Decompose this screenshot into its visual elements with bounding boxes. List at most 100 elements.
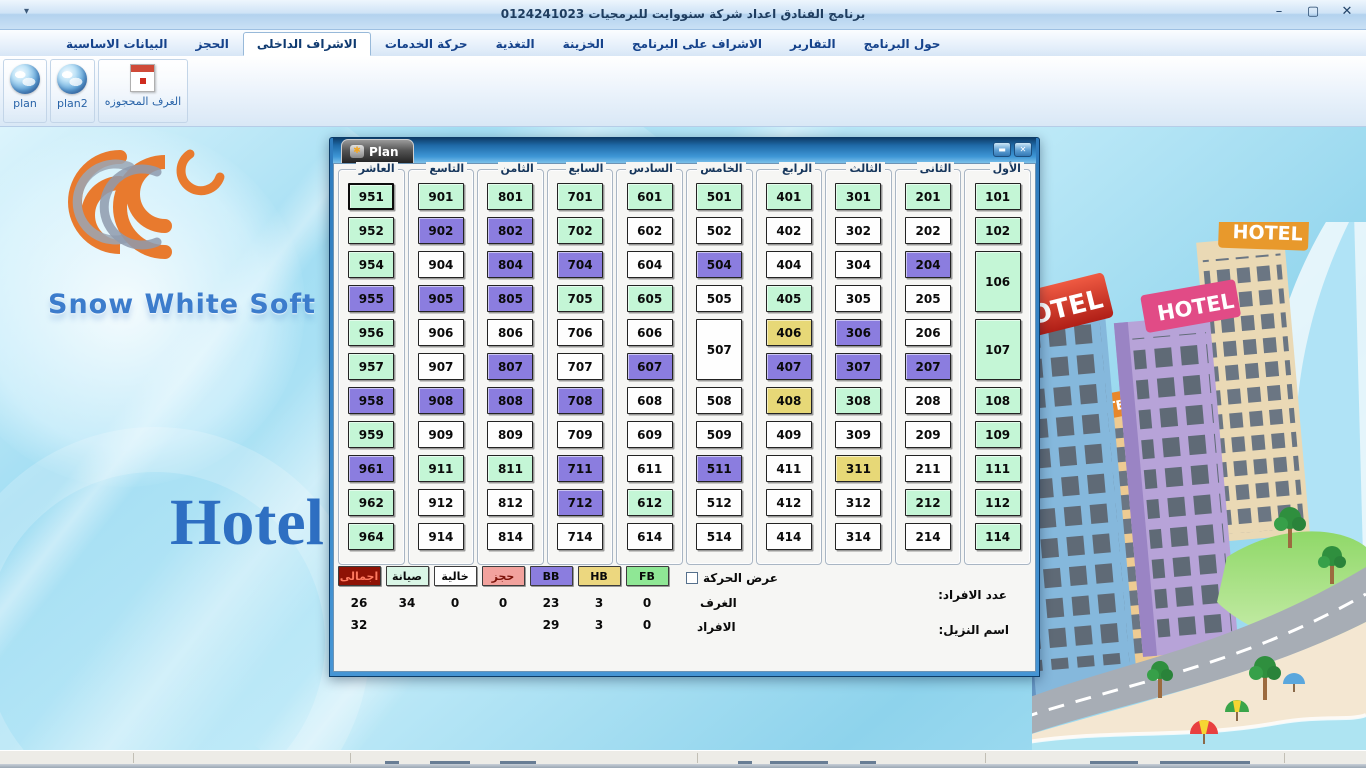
reserved-rooms-button[interactable]: الغرف المحجوزه <box>98 59 188 123</box>
room-406[interactable]: 406 <box>766 319 812 346</box>
room-959[interactable]: 959 <box>348 421 394 448</box>
legend-hb-button[interactable]: HB <box>578 566 621 586</box>
room-608[interactable]: 608 <box>627 387 673 414</box>
room-605[interactable]: 605 <box>627 285 673 312</box>
room-914[interactable]: 914 <box>418 523 464 550</box>
room-804[interactable]: 804 <box>487 251 533 278</box>
room-306[interactable]: 306 <box>835 319 881 346</box>
room-711[interactable]: 711 <box>557 455 603 482</box>
room-911[interactable]: 911 <box>418 455 464 482</box>
room-809[interactable]: 809 <box>487 421 533 448</box>
room-701[interactable]: 701 <box>557 183 603 210</box>
plan2-button[interactable]: plan2 <box>50 59 95 123</box>
room-906[interactable]: 906 <box>418 319 464 346</box>
quick-access-arrow-icon[interactable]: ▾ <box>24 6 29 17</box>
room-958[interactable]: 958 <box>348 387 394 414</box>
legend-fb-button[interactable]: FB <box>626 566 669 586</box>
room-908[interactable]: 908 <box>418 387 464 414</box>
room-611[interactable]: 611 <box>627 455 673 482</box>
tab-treasury[interactable]: الخزينة <box>549 32 618 56</box>
room-802[interactable]: 802 <box>487 217 533 244</box>
legend-vacant-button[interactable]: خالية <box>434 566 477 586</box>
room-909[interactable]: 909 <box>418 421 464 448</box>
room-951[interactable]: 951 <box>348 183 394 210</box>
room-201[interactable]: 201 <box>905 183 951 210</box>
room-502[interactable]: 502 <box>696 217 742 244</box>
room-707[interactable]: 707 <box>557 353 603 380</box>
room-407[interactable]: 407 <box>766 353 812 380</box>
room-952[interactable]: 952 <box>348 217 394 244</box>
room-107[interactable]: 107 <box>975 319 1021 380</box>
room-202[interactable]: 202 <box>905 217 951 244</box>
maximize-button[interactable]: ▢ <box>1304 4 1322 19</box>
room-808[interactable]: 808 <box>487 387 533 414</box>
room-101[interactable]: 101 <box>975 183 1021 210</box>
room-607[interactable]: 607 <box>627 353 673 380</box>
room-508[interactable]: 508 <box>696 387 742 414</box>
room-109[interactable]: 109 <box>975 421 1021 448</box>
room-514[interactable]: 514 <box>696 523 742 550</box>
room-311[interactable]: 311 <box>835 455 881 482</box>
room-111[interactable]: 111 <box>975 455 1021 482</box>
tab-reports[interactable]: التقارير <box>776 32 850 56</box>
tab-catering[interactable]: التغذية <box>482 32 549 56</box>
tab-basic-data[interactable]: البيانات الاساسية <box>52 32 182 56</box>
room-905[interactable]: 905 <box>418 285 464 312</box>
room-512[interactable]: 512 <box>696 489 742 516</box>
room-206[interactable]: 206 <box>905 319 951 346</box>
show-movement-checkbox[interactable] <box>686 572 698 584</box>
room-102[interactable]: 102 <box>975 217 1021 244</box>
room-209[interactable]: 209 <box>905 421 951 448</box>
room-811[interactable]: 811 <box>487 455 533 482</box>
room-957[interactable]: 957 <box>348 353 394 380</box>
room-604[interactable]: 604 <box>627 251 673 278</box>
room-114[interactable]: 114 <box>975 523 1021 550</box>
room-211[interactable]: 211 <box>905 455 951 482</box>
room-408[interactable]: 408 <box>766 387 812 414</box>
room-712[interactable]: 712 <box>557 489 603 516</box>
room-606[interactable]: 606 <box>627 319 673 346</box>
room-961[interactable]: 961 <box>348 455 394 482</box>
legend-reserved-button[interactable]: حجز <box>482 566 525 586</box>
room-812[interactable]: 812 <box>487 489 533 516</box>
room-301[interactable]: 301 <box>835 183 881 210</box>
plan-button[interactable]: plan <box>3 59 47 123</box>
room-409[interactable]: 409 <box>766 421 812 448</box>
room-704[interactable]: 704 <box>557 251 603 278</box>
room-964[interactable]: 964 <box>348 523 394 550</box>
room-308[interactable]: 308 <box>835 387 881 414</box>
room-814[interactable]: 814 <box>487 523 533 550</box>
minimize-button[interactable]: – <box>1270 4 1288 19</box>
room-314[interactable]: 314 <box>835 523 881 550</box>
room-112[interactable]: 112 <box>975 489 1021 516</box>
room-305[interactable]: 305 <box>835 285 881 312</box>
room-609[interactable]: 609 <box>627 421 673 448</box>
room-602[interactable]: 602 <box>627 217 673 244</box>
room-405[interactable]: 405 <box>766 285 812 312</box>
room-507[interactable]: 507 <box>696 319 742 380</box>
room-412[interactable]: 412 <box>766 489 812 516</box>
room-307[interactable]: 307 <box>835 353 881 380</box>
room-505[interactable]: 505 <box>696 285 742 312</box>
room-304[interactable]: 304 <box>835 251 881 278</box>
room-106[interactable]: 106 <box>975 251 1021 312</box>
close-button[interactable]: ✕ <box>1338 4 1356 19</box>
room-309[interactable]: 309 <box>835 421 881 448</box>
room-955[interactable]: 955 <box>348 285 394 312</box>
room-912[interactable]: 912 <box>418 489 464 516</box>
room-907[interactable]: 907 <box>418 353 464 380</box>
room-714[interactable]: 714 <box>557 523 603 550</box>
room-801[interactable]: 801 <box>487 183 533 210</box>
room-509[interactable]: 509 <box>696 421 742 448</box>
plan-window-tab[interactable]: ✱ Plan <box>341 139 414 163</box>
plan-close-button[interactable]: ✕ <box>1014 142 1032 157</box>
room-614[interactable]: 614 <box>627 523 673 550</box>
room-205[interactable]: 205 <box>905 285 951 312</box>
room-709[interactable]: 709 <box>557 421 603 448</box>
tab-internal-supervision[interactable]: الاشراف الداخلى <box>243 32 371 56</box>
room-212[interactable]: 212 <box>905 489 951 516</box>
room-956[interactable]: 956 <box>348 319 394 346</box>
room-204[interactable]: 204 <box>905 251 951 278</box>
legend-total-button[interactable]: اجمالى <box>338 566 381 586</box>
room-108[interactable]: 108 <box>975 387 1021 414</box>
